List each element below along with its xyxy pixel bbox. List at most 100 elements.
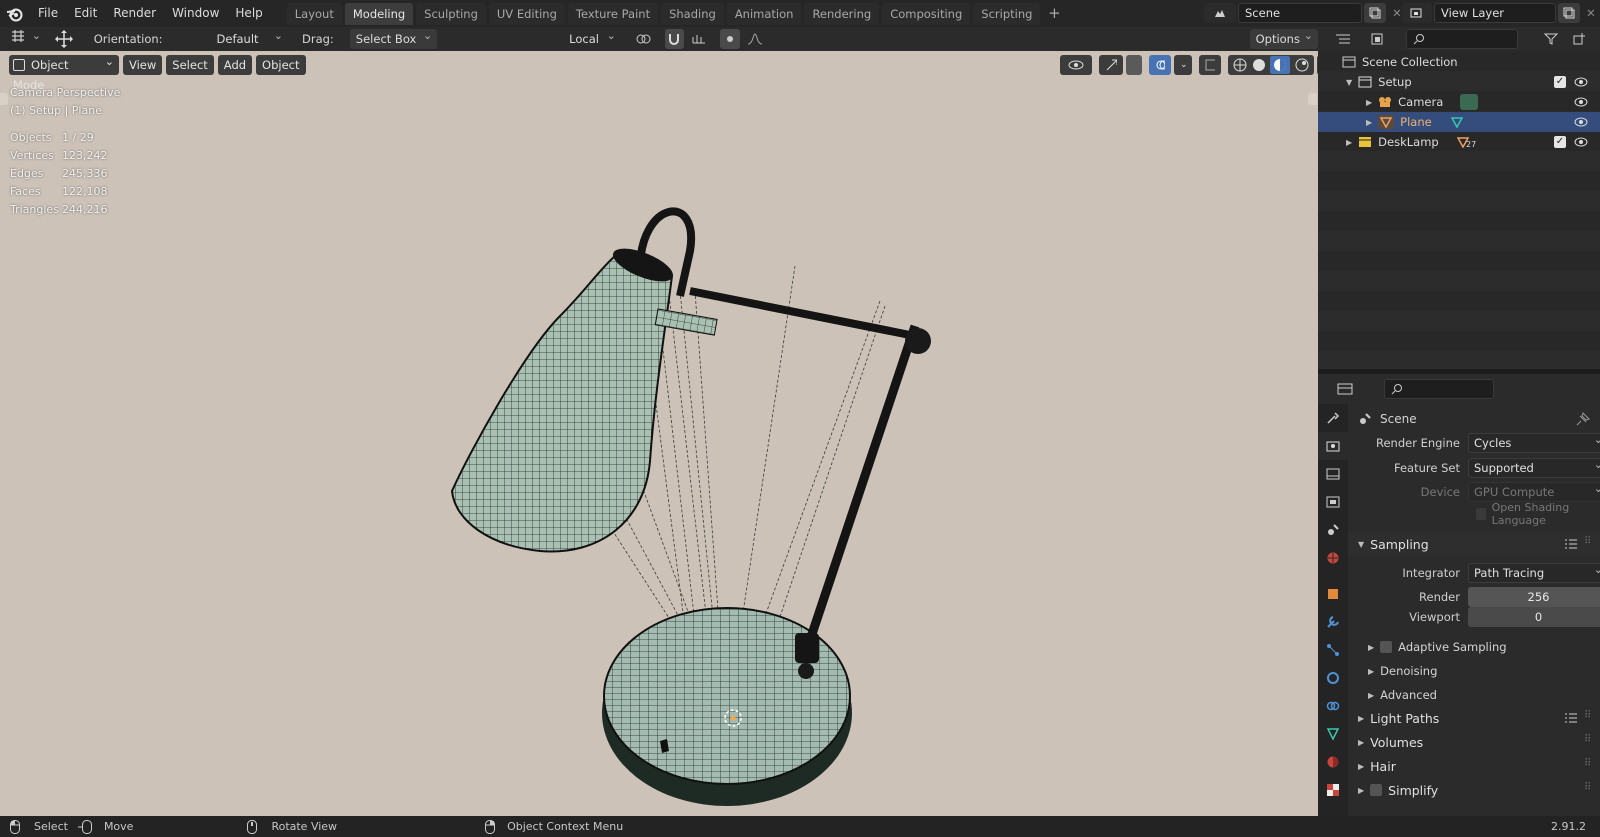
add-workspace-button[interactable]: + [1043,3,1065,25]
physics-tab-icon[interactable] [1318,664,1348,692]
world-tab-icon[interactable] [1318,544,1348,572]
viewport-samples-field[interactable]: 0 [1468,607,1600,627]
proportional-edit-icon[interactable] [720,29,740,49]
view-layer-name-field[interactable]: View Layer [1434,3,1556,23]
proportional-falloff-icon[interactable] [741,29,768,49]
properties-editor-type-icon[interactable] [1330,379,1360,399]
orientation-dropdown[interactable]: Default [194,26,288,49]
desk-lamp-model[interactable] [0,51,1318,816]
advanced-subsection[interactable]: ▶ Advanced [1368,684,1437,706]
texture-tab-icon[interactable] [1318,776,1348,804]
scene-tab-icon[interactable] [1318,516,1348,544]
blender-logo-icon[interactable] [0,0,30,27]
display-mode-icon[interactable] [1364,29,1394,49]
visibility-eye-icon[interactable] [1574,116,1588,128]
tab-modeling[interactable]: Modeling [344,2,414,25]
tab-sculpting[interactable]: Sculpting [416,2,486,25]
tab-shading[interactable]: Shading [661,2,724,25]
outliner-row-plane[interactable]: ▶ Plane [1318,112,1600,132]
snap-magnet-icon[interactable] [664,29,685,49]
feature-set-dropdown[interactable]: Supported [1468,456,1600,478]
output-tab-icon[interactable] [1318,460,1348,488]
tab-layout[interactable]: Layout [286,2,342,25]
transform-pivot-icon[interactable] [50,29,78,49]
sidebar-expand-icon[interactable] [1308,93,1317,105]
new-scene-icon[interactable] [1364,3,1386,23]
view-layer-tab-icon[interactable] [1318,488,1348,516]
adaptive-sampling-checkbox[interactable] [1380,641,1393,653]
integrator-dropdown[interactable]: Path Tracing [1468,561,1600,583]
scene-icon[interactable] [1204,3,1236,23]
expand-toggle-icon[interactable]: ▶ [1366,98,1372,107]
tab-texture-paint[interactable]: Texture Paint [567,2,659,25]
delete-view-layer-icon[interactable]: ✕ [1580,6,1600,20]
exclude-checkbox[interactable]: ✓ [1554,136,1566,148]
filter-icon[interactable] [1536,29,1566,49]
editor-type-dropdown[interactable] [6,26,46,49]
drag-handle-icon[interactable]: ⠿ [1584,782,1591,793]
snap-increment-icon[interactable] [686,29,713,49]
menu-render[interactable]: Render [105,0,164,27]
new-collection-icon[interactable] [1570,29,1588,49]
simplify-checkbox[interactable] [1370,784,1383,796]
adaptive-sampling-subsection[interactable]: ▶ Adaptive Sampling [1368,636,1507,658]
expand-toggle-icon[interactable]: ▼ [1346,78,1352,87]
properties-search-input[interactable] [1384,379,1494,399]
data-tab-icon[interactable] [1318,720,1348,748]
outliner-row-camera[interactable]: ▶ Camera [1318,92,1600,112]
tab-compositing[interactable]: Compositing [882,2,971,25]
material-tab-icon[interactable] [1318,748,1348,776]
toolbar-expand-icon[interactable] [0,93,8,105]
options-dropdown[interactable]: Options [1249,26,1318,49]
visibility-eye-icon[interactable] [1574,96,1588,108]
outliner-editor-type-icon[interactable] [1328,29,1358,49]
expand-toggle-icon[interactable]: ▶ [1366,118,1372,127]
hair-section-header[interactable]: ▶ Hair ⠿ [1348,754,1600,778]
menu-edit[interactable]: Edit [66,0,105,27]
presets-icon[interactable] [1564,712,1578,727]
drag-dropdown[interactable]: Select Box [349,26,438,49]
tab-rendering[interactable]: Rendering [804,2,880,25]
view-layer-icon[interactable] [1402,3,1432,23]
tab-uv-editing[interactable]: UV Editing [488,2,565,25]
render-samples-field[interactable]: 256 [1468,587,1600,607]
outliner-row-scene-collection[interactable]: Scene Collection [1318,52,1600,72]
object-tab-icon[interactable] [1318,580,1348,608]
render-tab-icon[interactable] [1318,432,1348,460]
pivot-point-icon[interactable] [628,29,657,49]
device-dropdown[interactable]: GPU Compute [1468,480,1600,502]
new-view-layer-icon[interactable] [1558,3,1580,23]
tool-tab-icon[interactable] [1318,404,1348,432]
menu-file[interactable]: File [30,0,66,27]
denoising-subsection[interactable]: ▶ Denoising [1368,660,1437,682]
menu-window[interactable]: Window [164,0,227,27]
modifier-tab-icon[interactable] [1318,608,1348,636]
render-engine-dropdown[interactable]: Cycles [1468,431,1600,453]
drag-handle-icon[interactable]: ⠿ [1584,758,1591,769]
drag-handle-icon[interactable]: ⠿ [1584,734,1591,745]
tab-scripting[interactable]: Scripting [973,2,1041,25]
camera-data-icon[interactable] [1460,94,1478,110]
simplify-section-header[interactable]: ▶ Simplify ⠿ [1348,778,1600,802]
light-paths-section-header[interactable]: ▶ Light Paths ⠿ [1348,706,1600,730]
osl-checkbox[interactable] [1476,508,1486,520]
particles-tab-icon[interactable] [1318,636,1348,664]
constraints-tab-icon[interactable] [1318,692,1348,720]
3d-viewport[interactable]: Object Mode ⌄ View Select Add Object ⌄ ⌄… [0,51,1318,816]
drag-handle-icon[interactable]: ⠿ [1584,536,1591,547]
drag-handle-icon[interactable]: ⠿ [1584,710,1591,721]
pin-icon[interactable] [1576,412,1590,426]
outliner-search-input[interactable] [1406,29,1518,49]
visibility-eye-icon[interactable] [1574,136,1588,148]
outliner-row-desklamp[interactable]: ▶ DeskLamp 27 ✓ [1318,132,1600,152]
transform-orientation-dropdown[interactable]: Local [545,26,621,49]
expand-toggle-icon[interactable]: ▶ [1346,138,1352,147]
sampling-section-header[interactable]: ▼ Sampling ⠿ [1348,532,1600,556]
visibility-eye-icon[interactable] [1574,76,1588,88]
volumes-section-header[interactable]: ▶ Volumes ⠿ [1348,730,1600,754]
outliner-row-setup[interactable]: ▼ Setup ✓ [1318,72,1600,92]
tab-animation[interactable]: Animation [726,2,802,25]
presets-icon[interactable] [1564,538,1578,553]
menu-help[interactable]: Help [227,0,270,27]
mesh-data-icon[interactable] [1450,116,1464,128]
